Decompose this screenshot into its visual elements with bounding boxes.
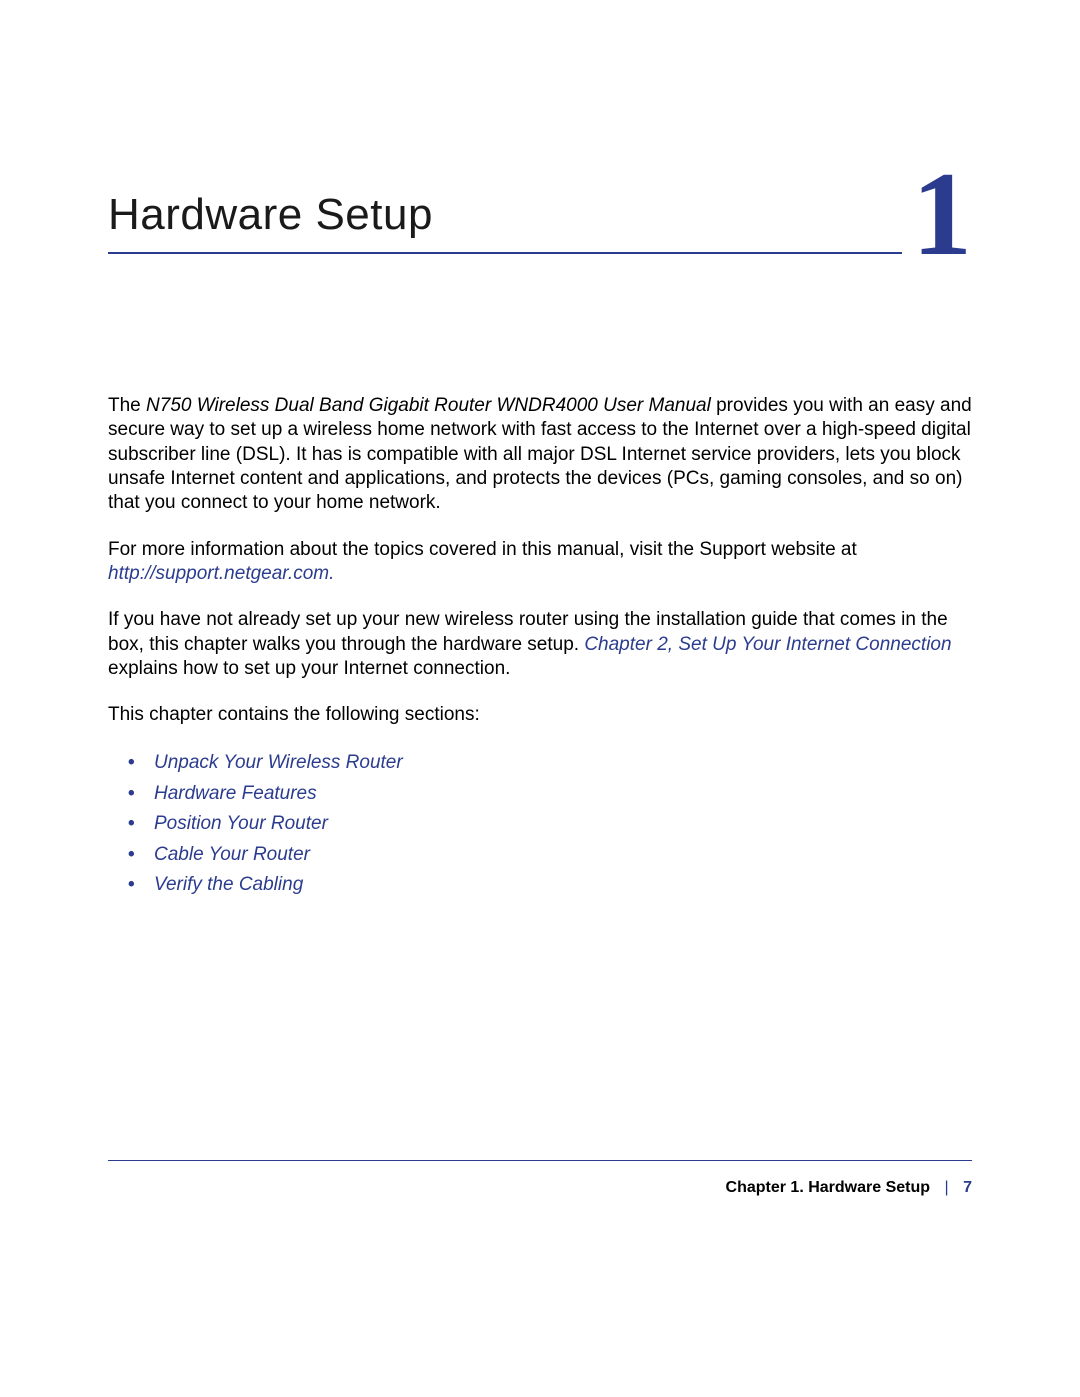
intro-paragraph-3: If you have not already set up your new …	[108, 608, 972, 681]
manual-title: N750 Wireless Dual Band Gigabit Router W…	[146, 395, 711, 416]
page-footer: Chapter 1. Hardware Setup | 7	[108, 1160, 972, 1197]
p2-post: .	[329, 563, 334, 584]
chapter-heading-block: Hardware Setup 1	[108, 190, 972, 254]
chapter-2-link[interactable]: Chapter 2, Set Up Your Internet Connecti…	[584, 634, 951, 655]
section-list: Unpack Your Wireless Router Hardware Fea…	[108, 749, 972, 900]
intro-paragraph-1: The N750 Wireless Dual Band Gigabit Rout…	[108, 394, 972, 516]
p3-post: explains how to set up your Internet con…	[108, 658, 510, 679]
support-link[interactable]: http://support.netgear.com	[108, 563, 329, 584]
footer-text: Chapter 1. Hardware Setup | 7	[108, 1179, 972, 1197]
p1-pre: The	[108, 395, 146, 416]
sections-intro: This chapter contains the following sect…	[108, 703, 972, 727]
footer-separator: |	[934, 1179, 958, 1196]
chapter-number: 1	[902, 154, 972, 274]
section-link[interactable]: Position Your Router	[154, 810, 972, 839]
chapter-title: Hardware Setup	[108, 190, 972, 252]
section-link[interactable]: Unpack Your Wireless Router	[154, 749, 972, 778]
manual-page: Hardware Setup 1 The N750 Wireless Dual …	[0, 0, 1080, 1397]
footer-page-number: 7	[963, 1179, 972, 1196]
footer-chapter-label: Chapter 1. Hardware Setup	[726, 1179, 931, 1196]
chapter-rule	[108, 252, 972, 254]
section-link[interactable]: Hardware Features	[154, 780, 972, 809]
intro-paragraph-2: For more information about the topics co…	[108, 538, 972, 587]
p2-pre: For more information about the topics co…	[108, 539, 857, 560]
section-link[interactable]: Verify the Cabling	[154, 871, 972, 900]
section-link[interactable]: Cable Your Router	[154, 841, 972, 870]
footer-rule	[108, 1160, 972, 1161]
